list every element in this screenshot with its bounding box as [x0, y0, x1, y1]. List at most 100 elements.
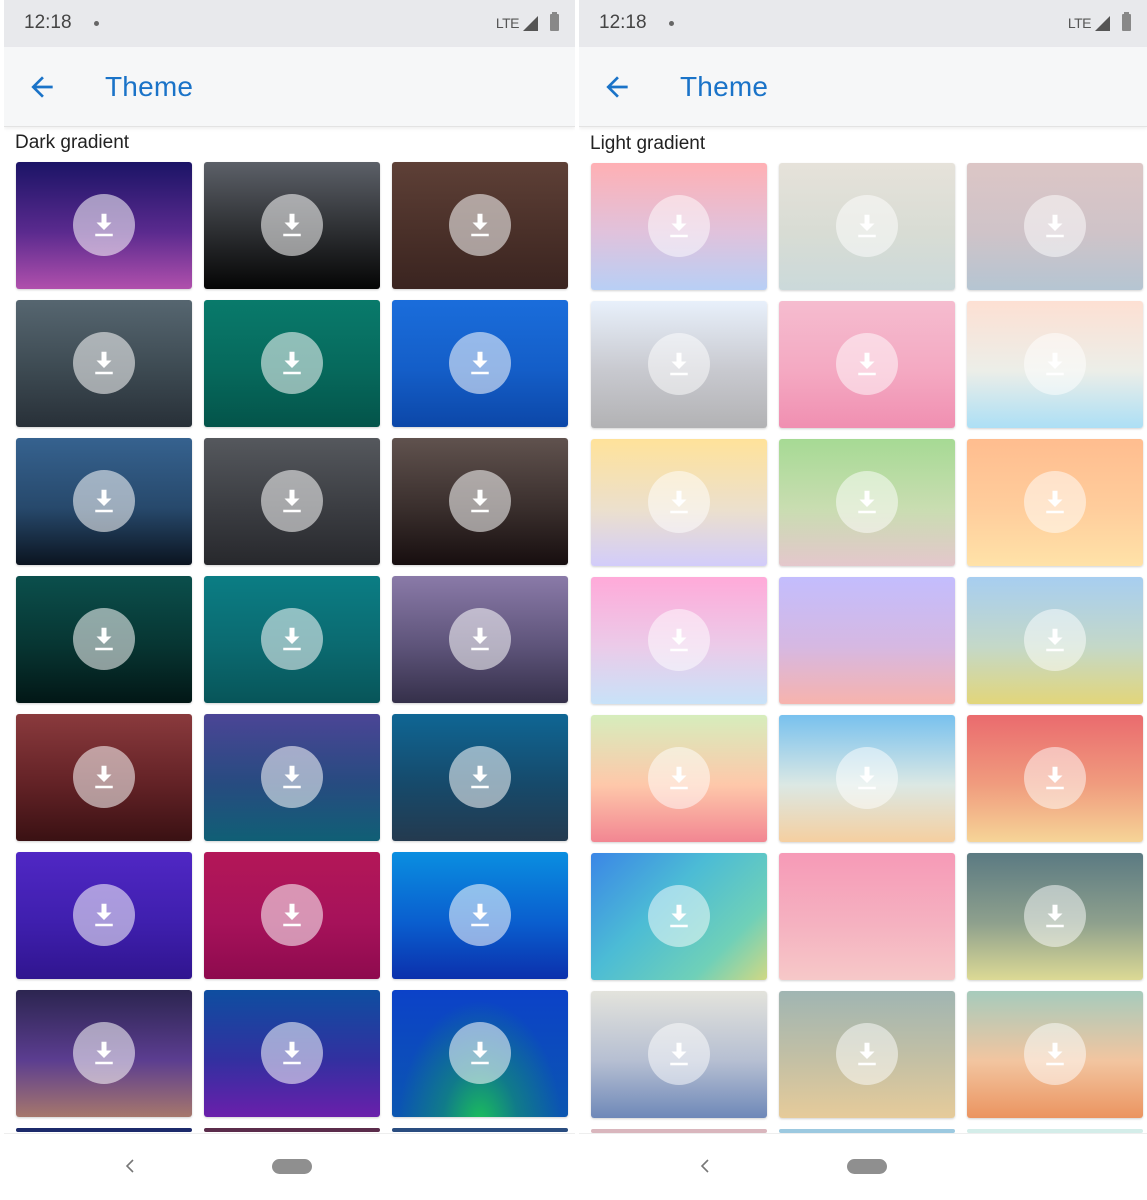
wallpaper-tile-light-gradient-18[interactable] [967, 853, 1143, 980]
wallpaper-tile-dark-gradient-16[interactable] [16, 852, 192, 979]
home-pill-icon[interactable] [847, 1159, 887, 1174]
download-button[interactable] [261, 884, 323, 946]
wallpaper-tile-light-gradient-5[interactable] [779, 301, 955, 428]
download-button[interactable] [449, 746, 511, 808]
download-button[interactable] [1024, 609, 1086, 671]
download-button[interactable] [449, 470, 511, 532]
wallpaper-tile-light-gradient-15[interactable] [967, 715, 1143, 842]
download-button[interactable] [648, 471, 710, 533]
status-bar: 12:18 LTE [4, 0, 575, 47]
wallpaper-tile-light-gradient-10[interactable] [591, 577, 767, 704]
section-label: Light gradient [590, 133, 706, 154]
screen-light-gradient: 12:18 LTE Theme Light gradient [579, 0, 1147, 1200]
wallpaper-tile-light-gradient-12[interactable] [967, 577, 1143, 704]
wallpaper-tile-dark-gradient-2[interactable] [204, 162, 380, 289]
download-button[interactable] [1024, 333, 1086, 395]
wallpaper-tile-light-gradient-11[interactable] [779, 577, 955, 704]
download-icon [283, 903, 301, 927]
wallpaper-tile-light-gradient-9[interactable] [967, 439, 1143, 566]
download-button[interactable] [449, 1022, 511, 1084]
wallpaper-tile-dark-gradient-9[interactable] [392, 438, 568, 565]
wallpaper-tile-dark-gradient-19[interactable] [16, 990, 192, 1117]
download-button[interactable] [261, 332, 323, 394]
download-button[interactable] [836, 1023, 898, 1085]
back-button[interactable] [26, 71, 58, 103]
download-button[interactable] [1024, 471, 1086, 533]
download-button[interactable] [648, 1023, 710, 1085]
wallpaper-tile-light-gradient-7[interactable] [591, 439, 767, 566]
download-button[interactable] [73, 746, 135, 808]
wallpaper-tile-light-gradient-1[interactable] [591, 163, 767, 290]
wallpaper-tile-light-gradient-20[interactable] [779, 991, 955, 1118]
download-button[interactable] [648, 195, 710, 257]
home-pill-icon[interactable] [272, 1159, 312, 1174]
wallpaper-tile-dark-gradient-21[interactable] [392, 990, 568, 1117]
wallpaper-tile-dark-gradient-23[interactable] [204, 1128, 380, 1132]
status-icons: LTE [496, 12, 559, 31]
download-button[interactable] [261, 470, 323, 532]
wallpaper-tile-light-gradient-2[interactable] [779, 163, 955, 290]
nav-back-icon[interactable] [120, 1156, 140, 1176]
wallpaper-tile-dark-gradient-10[interactable] [16, 576, 192, 703]
wallpaper-tile-dark-gradient-22[interactable] [16, 1128, 192, 1132]
download-button[interactable] [73, 194, 135, 256]
download-button[interactable] [836, 333, 898, 395]
download-button[interactable] [449, 884, 511, 946]
download-button[interactable] [1024, 1023, 1086, 1085]
wallpaper-tile-light-gradient-16[interactable] [591, 853, 767, 980]
wallpaper-tile-light-gradient-14[interactable] [779, 715, 955, 842]
wallpaper-tile-light-gradient-3[interactable] [967, 163, 1143, 290]
download-button[interactable] [836, 195, 898, 257]
wallpaper-tile-dark-gradient-4[interactable] [16, 300, 192, 427]
wallpaper-grid [16, 162, 575, 1132]
wallpaper-tile-dark-gradient-5[interactable] [204, 300, 380, 427]
download-icon [95, 903, 113, 927]
nav-back-icon[interactable] [695, 1156, 715, 1176]
download-button[interactable] [449, 332, 511, 394]
wallpaper-tile-dark-gradient-17[interactable] [204, 852, 380, 979]
download-button[interactable] [648, 609, 710, 671]
wallpaper-tile-dark-gradient-11[interactable] [204, 576, 380, 703]
signal-icon [523, 15, 538, 31]
wallpaper-tile-light-gradient-13[interactable] [591, 715, 767, 842]
wallpaper-tile-dark-gradient-12[interactable] [392, 576, 568, 703]
download-button[interactable] [261, 1022, 323, 1084]
download-button[interactable] [648, 333, 710, 395]
download-button[interactable] [73, 884, 135, 946]
download-button[interactable] [73, 470, 135, 532]
download-button[interactable] [1024, 885, 1086, 947]
download-button[interactable] [836, 471, 898, 533]
wallpaper-tile-light-gradient-8[interactable] [779, 439, 955, 566]
download-button[interactable] [261, 608, 323, 670]
wallpaper-tile-dark-gradient-7[interactable] [16, 438, 192, 565]
wallpaper-tile-light-gradient-6[interactable] [967, 301, 1143, 428]
download-button[interactable] [449, 608, 511, 670]
wallpaper-tile-dark-gradient-1[interactable] [16, 162, 192, 289]
wallpaper-tile-dark-gradient-13[interactable] [16, 714, 192, 841]
download-button[interactable] [1024, 747, 1086, 809]
download-button[interactable] [836, 747, 898, 809]
download-button[interactable] [449, 194, 511, 256]
wallpaper-tile-dark-gradient-20[interactable] [204, 990, 380, 1117]
download-button[interactable] [261, 746, 323, 808]
download-button[interactable] [648, 747, 710, 809]
wallpaper-tile-light-gradient-17[interactable] [779, 853, 955, 980]
download-button[interactable] [73, 332, 135, 394]
download-button[interactable] [1024, 195, 1086, 257]
battery-icon [1122, 12, 1131, 31]
download-button[interactable] [261, 194, 323, 256]
download-button[interactable] [73, 1022, 135, 1084]
download-button[interactable] [648, 885, 710, 947]
wallpaper-tile-dark-gradient-8[interactable] [204, 438, 380, 565]
wallpaper-tile-dark-gradient-18[interactable] [392, 852, 568, 979]
wallpaper-tile-light-gradient-4[interactable] [591, 301, 767, 428]
download-button[interactable] [73, 608, 135, 670]
wallpaper-tile-dark-gradient-3[interactable] [392, 162, 568, 289]
wallpaper-tile-dark-gradient-24[interactable] [392, 1128, 568, 1132]
wallpaper-tile-dark-gradient-6[interactable] [392, 300, 568, 427]
wallpaper-tile-dark-gradient-14[interactable] [204, 714, 380, 841]
wallpaper-tile-light-gradient-19[interactable] [591, 991, 767, 1118]
wallpaper-tile-light-gradient-21[interactable] [967, 991, 1143, 1118]
wallpaper-tile-dark-gradient-15[interactable] [392, 714, 568, 841]
back-button[interactable] [601, 71, 633, 103]
